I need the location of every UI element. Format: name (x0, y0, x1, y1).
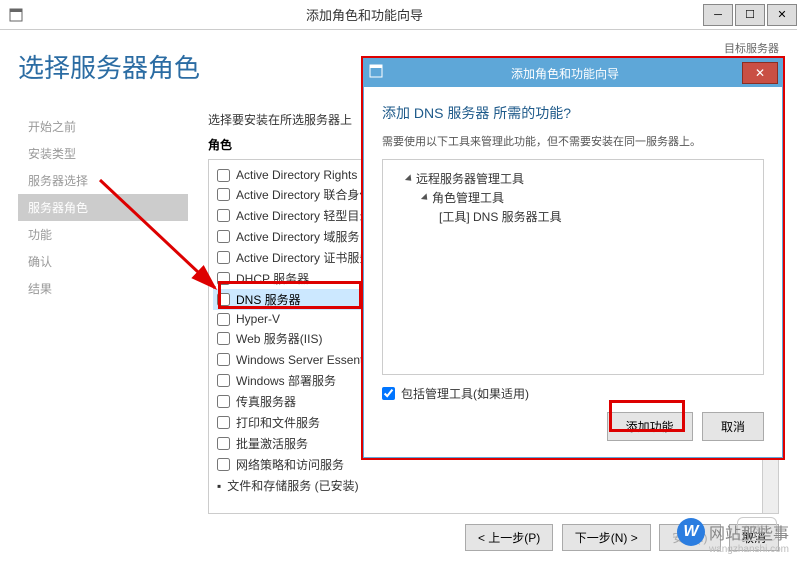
role-checkbox[interactable] (217, 437, 230, 450)
prev-button[interactable]: < 上一步(P) (465, 524, 553, 551)
role-checkbox[interactable] (217, 353, 230, 366)
minimize-button[interactable]: ─ (703, 4, 733, 26)
add-features-dialog: 添加角色和功能向导 ✕ 添加 DNS 服务器 所需的功能? 需要使用以下工具来管… (363, 58, 783, 458)
dialog-description: 需要使用以下工具来管理此功能，但不需要安装在同一服务器上。 (382, 133, 764, 149)
role-checkbox[interactable] (217, 188, 230, 201)
include-tools-checkbox[interactable]: 包括管理工具(如果适用) (382, 385, 764, 402)
tree-leaf[interactable]: [工具] DNS 服务器工具 (439, 206, 755, 227)
include-tools-input[interactable] (382, 387, 395, 400)
dialog-close-button[interactable]: ✕ (742, 62, 778, 84)
annotation-add-highlight (609, 400, 685, 432)
dialog-title: 添加角色和功能向导 (388, 65, 742, 82)
watermark-logo-icon: W (677, 518, 705, 546)
role-checkbox[interactable] (217, 169, 230, 182)
role-checkbox[interactable] (217, 374, 230, 387)
wizard-footer: < 上一步(P) 下一步(N) > 安装(I) 取消 (18, 514, 779, 561)
sidebar-item[interactable]: 服务器角色 (18, 194, 188, 221)
sidebar-item[interactable]: 服务器选择 (18, 167, 188, 194)
close-button[interactable]: ✕ (767, 4, 797, 26)
watermark: W网站那些事 wangzhanshi.com (677, 518, 789, 555)
role-checkbox[interactable] (217, 209, 230, 222)
annotation-dns-highlight (218, 281, 362, 309)
maximize-button[interactable]: ☐ (735, 4, 765, 26)
target-server-label: 目标服务器 (724, 40, 779, 56)
sidebar-item[interactable]: 开始之前 (18, 113, 188, 140)
sidebar-item[interactable]: 安装类型 (18, 140, 188, 167)
role-item[interactable]: ▪文件和存储服务 (已安装) (213, 475, 774, 496)
dialog-icon (364, 64, 388, 83)
features-tree[interactable]: 远程服务器管理工具 角色管理工具 [工具] DNS 服务器工具 (382, 159, 764, 375)
role-checkbox[interactable] (217, 416, 230, 429)
expand-icon[interactable] (421, 193, 430, 202)
page-title: 选择服务器角色 (18, 40, 200, 103)
role-checkbox[interactable] (217, 251, 230, 264)
wizard-sidebar: 开始之前安装类型服务器选择服务器角色功能确认结果 (18, 103, 188, 514)
window-title: 添加角色和功能向导 (28, 5, 701, 24)
dialog-question: 添加 DNS 服务器 所需的功能? (382, 103, 764, 123)
next-button[interactable]: 下一步(N) > (562, 524, 651, 551)
role-checkbox[interactable] (217, 313, 230, 326)
role-checkbox[interactable] (217, 332, 230, 345)
titlebar: 添加角色和功能向导 ─ ☐ ✕ (0, 0, 797, 30)
sidebar-item[interactable]: 确认 (18, 248, 188, 275)
tree-node[interactable]: 角色管理工具 [工具] DNS 服务器工具 (423, 187, 755, 229)
tree-node[interactable]: 远程服务器管理工具 角色管理工具 [工具] DNS 服务器工具 (407, 168, 755, 231)
app-icon (4, 0, 28, 30)
role-checkbox[interactable] (217, 458, 230, 471)
role-checkbox[interactable] (217, 395, 230, 408)
sidebar-item[interactable]: 功能 (18, 221, 188, 248)
expand-icon[interactable] (405, 174, 414, 183)
sidebar-item[interactable]: 结果 (18, 275, 188, 302)
role-checkbox[interactable] (217, 230, 230, 243)
dialog-cancel-button[interactable]: 取消 (702, 412, 764, 441)
